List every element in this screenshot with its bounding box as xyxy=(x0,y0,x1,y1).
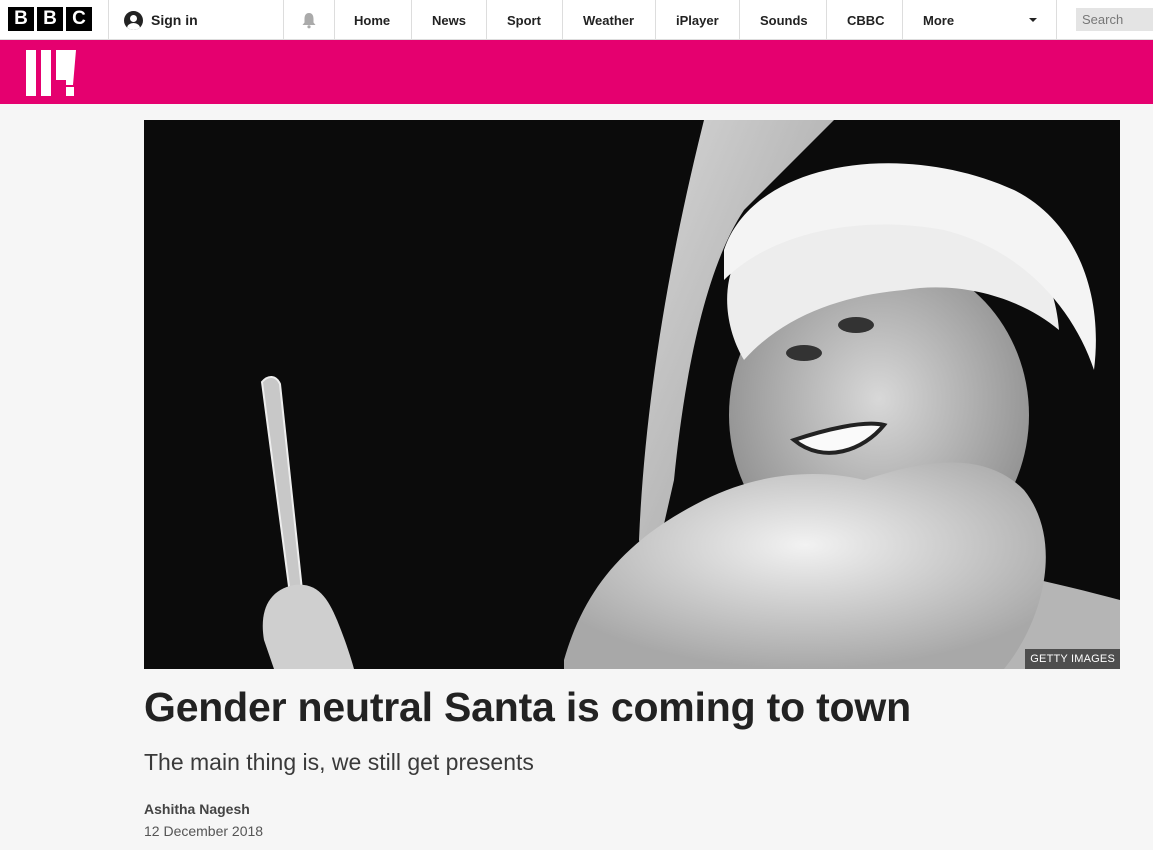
nav-divider xyxy=(334,0,335,40)
logo-letter-b1: B xyxy=(8,7,34,31)
article-headline: Gender neutral Santa is coming to town xyxy=(144,684,911,730)
nav-divider xyxy=(108,0,109,40)
nav-news[interactable]: News xyxy=(432,0,466,40)
nav-divider xyxy=(562,0,563,40)
author-name[interactable]: Ashitha Nagesh xyxy=(144,801,250,817)
santa-photo xyxy=(144,120,1120,669)
logo-letter-c: C xyxy=(66,7,92,31)
search-input[interactable]: Search xyxy=(1076,8,1153,31)
nav-sounds[interactable]: Sounds xyxy=(760,0,808,40)
top-navigation: B B C Sign in Home News Sport Weather iP… xyxy=(0,0,1153,40)
nav-divider xyxy=(739,0,740,40)
nav-weather[interactable]: Weather xyxy=(583,0,634,40)
notifications-bell-icon[interactable] xyxy=(300,11,318,29)
nav-more[interactable]: More xyxy=(923,0,954,40)
bbc-three-brand-bar xyxy=(0,40,1153,104)
nav-sport[interactable]: Sport xyxy=(507,0,541,40)
chevron-down-icon[interactable] xyxy=(1029,18,1037,22)
nav-divider xyxy=(826,0,827,40)
publish-date: 12 December 2018 xyxy=(144,823,264,839)
bbc-three-logo[interactable] xyxy=(26,49,76,97)
nav-divider xyxy=(902,0,903,40)
user-icon xyxy=(124,10,143,30)
sign-in-label: Sign in xyxy=(151,12,198,28)
nav-divider xyxy=(411,0,412,40)
logo-letter-b2: B xyxy=(37,7,63,31)
sign-in-link[interactable]: Sign in xyxy=(124,0,198,40)
nav-divider xyxy=(283,0,284,40)
article-standfirst: The main thing is, we still get presents xyxy=(144,749,534,775)
nav-iplayer[interactable]: iPlayer xyxy=(676,0,719,40)
image-credit: GETTY IMAGES xyxy=(1025,649,1120,669)
nav-home[interactable]: Home xyxy=(354,0,390,40)
nav-divider xyxy=(655,0,656,40)
hero-image: GETTY IMAGES xyxy=(144,120,1120,669)
nav-divider xyxy=(486,0,487,40)
nav-divider xyxy=(1056,0,1057,40)
bbc-logo[interactable]: B B C xyxy=(8,7,92,31)
nav-cbbc[interactable]: CBBC xyxy=(847,0,885,40)
